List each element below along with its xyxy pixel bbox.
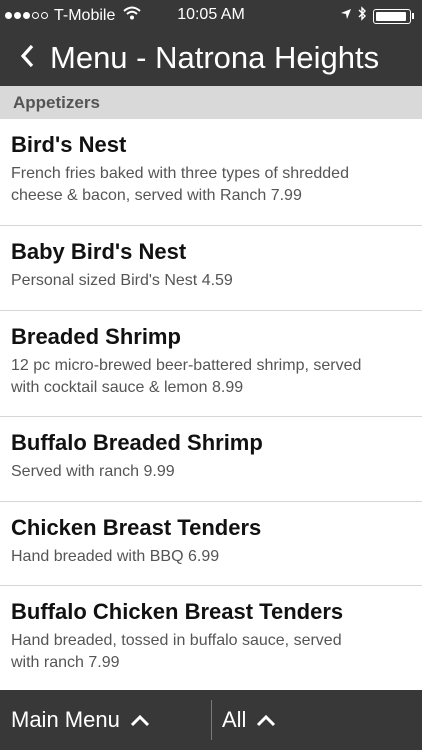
location-arrow-icon (340, 7, 352, 25)
main-menu-label: Main Menu (11, 707, 120, 732)
battery-tip (412, 13, 414, 19)
menu-item-description: Hand breaded with BBQ 6.99 (11, 546, 402, 568)
status-right (334, 6, 414, 26)
menu-item[interactable]: Buffalo Chicken Breast Tenders Hand brea… (0, 586, 422, 690)
menu-item-description-line: with cocktail sauce & lemon 8.99 (11, 379, 244, 396)
menu-item-description: Hand breaded, tossed in buffalo sauce, s… (11, 630, 402, 674)
bottom-tab-bar: Main Menu All (0, 690, 422, 750)
menu-list: Bird's Nest French fries baked with thre… (0, 119, 422, 690)
menu-item-name: Breaded Shrimp (11, 324, 181, 349)
menu-item-description-line: French fries baked with three types of s… (11, 165, 349, 182)
menu-item-description-line: Hand breaded with BBQ 6.99 (11, 548, 220, 565)
menu-item[interactable]: Baby Bird's Nest Personal sized Bird's N… (0, 226, 422, 311)
navigation-bar: Menu - Natrona Heights (0, 30, 422, 86)
menu-item-description-line: Served with ranch 9.99 (11, 463, 175, 480)
menu-item-name: Buffalo Breaded Shrimp (11, 430, 263, 455)
menu-item-description-line: with ranch 7.99 (11, 654, 120, 671)
section-header: Appetizers (0, 86, 422, 119)
menu-item[interactable]: Breaded Shrimp 12 pc micro-brewed beer-b… (0, 311, 422, 417)
battery-icon (373, 8, 411, 24)
menu-item-description-line: Hand breaded, tossed in buffalo sauce, s… (11, 632, 342, 649)
menu-item-description-line: 12 pc micro-brewed beer-battered shrimp,… (11, 357, 362, 374)
menu-item-name: Buffalo Chicken Breast Tenders (11, 599, 344, 624)
menu-item[interactable]: Bird's Nest French fries baked with thre… (0, 119, 422, 226)
menu-item-description: Served with ranch 9.99 (11, 461, 402, 483)
chevron-left-icon[interactable] (20, 44, 34, 73)
status-bar: T-Mobile 10:05 AM (0, 0, 422, 30)
menu-item-description: 12 pc micro-brewed beer-battered shrimp,… (11, 355, 402, 399)
all-filter-button[interactable]: All (222, 690, 276, 750)
bluetooth-icon (358, 6, 367, 26)
all-label: All (222, 707, 247, 732)
menu-item-description: Personal sized Bird's Nest 4.59 (11, 270, 402, 292)
menu-item-name: Chicken Breast Tenders (11, 515, 262, 540)
page-title: Menu - Natrona Heights (50, 40, 380, 75)
tab-divider (211, 700, 212, 740)
main-menu-button[interactable]: Main Menu (11, 690, 150, 750)
menu-item-description-line: Personal sized Bird's Nest 4.59 (11, 272, 233, 289)
menu-item[interactable]: Buffalo Breaded Shrimp Served with ranch… (0, 417, 422, 502)
chevron-up-icon (256, 707, 276, 733)
menu-item-name: Bird's Nest (11, 132, 127, 157)
chevron-up-icon (130, 707, 150, 733)
menu-item-description-line: cheese & bacon, served with Ranch 7.99 (11, 187, 302, 204)
menu-item-name: Baby Bird's Nest (11, 239, 187, 264)
menu-item-description: French fries baked with three types of s… (11, 163, 402, 207)
menu-item[interactable]: Chicken Breast Tenders Hand breaded with… (0, 502, 422, 586)
